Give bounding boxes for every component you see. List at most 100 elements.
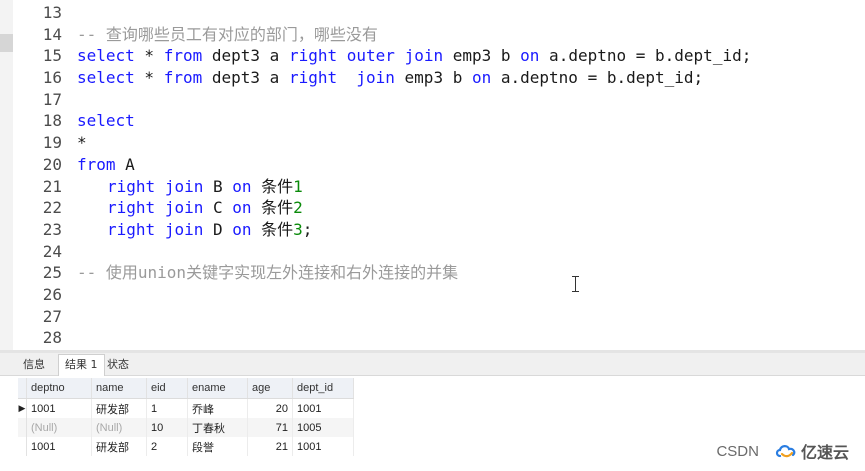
- line-marker: [0, 34, 13, 52]
- line-number: 24: [42, 241, 62, 261]
- table-cell[interactable]: (Null): [91, 418, 147, 437]
- editor-gutter: [0, 0, 13, 350]
- code-text: dept3 a: [202, 68, 289, 88]
- line-number: 14: [42, 24, 62, 44]
- line-number: 18: [42, 111, 62, 131]
- number-literal: 2: [293, 198, 303, 218]
- code-line[interactable]: [77, 241, 865, 263]
- current-row-marker-icon: ▶: [18, 398, 27, 418]
- row-indicator: [18, 418, 27, 437]
- table-row[interactable]: 1001 研发部 2 段誉 21 1001: [18, 437, 354, 456]
- keyword-join: join: [404, 46, 444, 66]
- code-line[interactable]: [77, 284, 865, 306]
- keyword-on: on: [232, 176, 252, 196]
- row-indicator-header: [18, 378, 27, 399]
- code-line[interactable]: -- 使用union关键字实现左外连接和右外连接的并集: [77, 262, 865, 284]
- column-header[interactable]: age: [247, 378, 293, 399]
- brand-text: 亿速云: [800, 443, 849, 462]
- table-cell[interactable]: 1005: [292, 418, 354, 437]
- table-cell[interactable]: 1: [146, 398, 188, 418]
- table-cell[interactable]: (Null): [26, 418, 92, 437]
- code-line[interactable]: right join B on 条件1: [77, 176, 865, 198]
- table-row[interactable]: (Null) (Null) 10 丁春秋 71 1005: [18, 418, 354, 437]
- code-line[interactable]: select * from dept3 a right outer join e…: [77, 45, 865, 67]
- keyword-on: on: [232, 198, 252, 218]
- code-text: *: [77, 133, 87, 153]
- code-line[interactable]: [77, 327, 865, 349]
- number-literal: 3: [293, 219, 303, 239]
- keyword-from: from: [163, 46, 203, 66]
- table-cell[interactable]: 丁春秋: [187, 418, 248, 437]
- table-cell[interactable]: 1001: [292, 398, 354, 418]
- number-literal: 1: [293, 176, 303, 196]
- table-cell[interactable]: 1001: [26, 398, 92, 418]
- csdn-watermark: CSDN: [716, 442, 759, 460]
- row-indicator: [18, 437, 27, 456]
- table-cell[interactable]: 71: [247, 418, 293, 437]
- column-header[interactable]: ename: [187, 378, 248, 399]
- code-line[interactable]: [77, 89, 865, 111]
- code-line[interactable]: [77, 2, 865, 24]
- column-header[interactable]: eid: [146, 378, 188, 399]
- code-line[interactable]: select: [77, 110, 865, 132]
- keyword-on: on: [471, 68, 492, 88]
- sql-comment: -- 查询哪些员工有对应的部门，哪些没有: [77, 24, 378, 44]
- text-cursor-icon: [572, 276, 579, 292]
- table-cell[interactable]: 1001: [26, 437, 92, 456]
- column-header[interactable]: name: [91, 378, 147, 399]
- code-text: *: [134, 68, 164, 88]
- code-text: 条件: [251, 198, 294, 218]
- line-numbers: 13 14 15 16 17 18 19 20 21 22 23 24 25 2…: [30, 2, 62, 349]
- code-text: D: [203, 219, 233, 239]
- code-text: 条件: [251, 176, 294, 196]
- keyword-select: select: [77, 68, 135, 88]
- sql-comment: -- 使用union关键字实现左外连接和右外连接的并集: [77, 263, 459, 283]
- line-number: 26: [42, 284, 62, 304]
- table-cell[interactable]: 2: [146, 437, 188, 456]
- keyword-join: join: [164, 198, 204, 218]
- line-number: 13: [42, 3, 62, 22]
- sql-editor[interactable]: 13 14 15 16 17 18 19 20 21 22 23 24 25 2…: [0, 0, 865, 350]
- code-text: emp3 b: [394, 68, 472, 88]
- brand-badge: 亿速云: [768, 435, 855, 467]
- keyword-right: right: [107, 219, 156, 239]
- tab-result-1[interactable]: 结果 1: [58, 354, 105, 376]
- code-text: dept3 a: [202, 46, 289, 66]
- code-line[interactable]: -- 查询哪些员工有对应的部门，哪些没有: [77, 24, 865, 46]
- code-line[interactable]: from A: [77, 154, 865, 176]
- table-cell[interactable]: 乔峰: [187, 398, 248, 418]
- table-cell[interactable]: 段誉: [187, 437, 248, 456]
- code-line[interactable]: [77, 306, 865, 328]
- table-cell[interactable]: 1001: [292, 437, 354, 456]
- line-number: 17: [42, 89, 62, 109]
- line-number: 23: [42, 219, 62, 239]
- code-text: C: [203, 198, 233, 218]
- code-area[interactable]: -- 查询哪些员工有对应的部门，哪些没有 select * from dept3…: [77, 2, 865, 349]
- tab-status[interactable]: 状态: [101, 355, 135, 374]
- code-line[interactable]: right join D on 条件3;: [77, 219, 865, 241]
- column-header[interactable]: dept_id: [292, 378, 354, 399]
- keyword-right: right: [288, 68, 338, 88]
- keyword-from: from: [77, 154, 116, 174]
- code-line[interactable]: right join C on 条件2: [77, 197, 865, 219]
- table-cell[interactable]: 10: [146, 418, 188, 437]
- line-number: 27: [42, 306, 62, 326]
- line-number: 28: [42, 328, 62, 348]
- table-row[interactable]: ▶ 1001 研发部 1 乔峰 20 1001: [18, 398, 354, 418]
- code-text: a.deptno = b.dept_id;: [539, 46, 752, 66]
- table-cell[interactable]: 研发部: [91, 398, 147, 418]
- table-cell[interactable]: 20: [247, 398, 293, 418]
- code-line[interactable]: select * from dept3 a right join emp3 b …: [77, 67, 865, 89]
- line-number: 25: [42, 263, 62, 283]
- table-cell[interactable]: 研发部: [91, 437, 147, 456]
- code-text: A: [115, 154, 135, 174]
- code-line[interactable]: *: [77, 132, 865, 154]
- column-header[interactable]: deptno: [26, 378, 92, 399]
- tab-info[interactable]: 信息: [17, 355, 51, 374]
- keyword-join: join: [164, 176, 204, 196]
- keyword-join: join: [356, 68, 395, 88]
- table-cell[interactable]: 21: [247, 437, 293, 456]
- keyword-on: on: [520, 46, 540, 66]
